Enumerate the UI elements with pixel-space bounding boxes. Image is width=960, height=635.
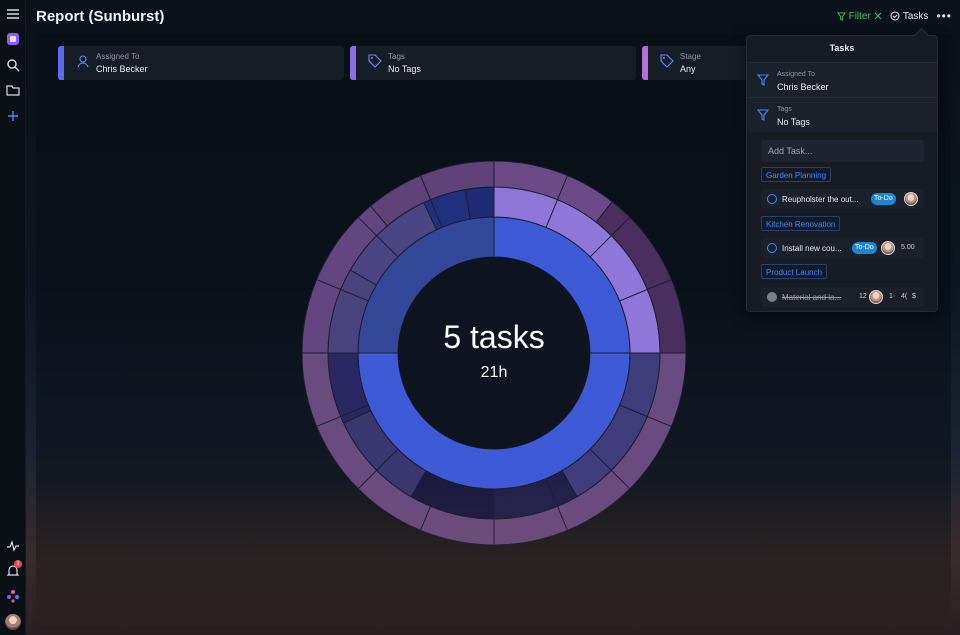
filter-button[interactable]: Filter [836, 10, 882, 22]
notification-badge: 1 [14, 560, 22, 568]
task-name: Reupholster the out... [782, 195, 859, 204]
task-estimate: 5.00 [901, 244, 915, 251]
menu-icon[interactable] [5, 6, 21, 22]
project-tag-kitchen[interactable]: Kitchen Renovation [761, 216, 841, 231]
tag-icon [368, 54, 382, 68]
app-logo-icon[interactable] [5, 31, 21, 47]
status-badge[interactable]: To-Do [852, 242, 877, 254]
project-tag-launch[interactable]: Product Launch [761, 264, 828, 279]
chart-center-sublabel: 21h [480, 364, 508, 381]
funnel-icon [836, 11, 846, 21]
task-name: Install new cou... [782, 244, 842, 253]
close-icon[interactable] [874, 12, 882, 20]
activity-icon[interactable] [5, 538, 21, 554]
dropdown-title: Tasks [829, 43, 855, 53]
apps-icon[interactable] [5, 588, 21, 604]
tag-icon [660, 54, 674, 68]
page-title: Report (Sunburst) [36, 8, 165, 25]
user-avatar[interactable] [5, 614, 21, 630]
dropdown-filter-assigned[interactable]: Assigned To Chris Becker [747, 62, 937, 97]
add-task-input[interactable]: Add Task... [761, 140, 924, 162]
tasks-dropdown: Tasks Assigned To Chris Becker Tags No T… [746, 35, 938, 312]
task-row[interactable]: Material and la... 12 1· 4( $ [761, 287, 924, 307]
task-meta: 1· [889, 293, 896, 300]
dropdown-filter-value: No Tags [777, 117, 810, 127]
sunburst-segment[interactable] [464, 186, 495, 220]
status-badge[interactable]: To-Do [871, 193, 896, 205]
assignee-avatar[interactable] [869, 290, 883, 304]
project-tag-garden[interactable]: Garden Planning [761, 167, 832, 182]
filter-card-value: No Tags [388, 64, 421, 74]
bell-icon[interactable]: 1 [5, 560, 22, 579]
more-options-button[interactable]: ••• [936, 9, 952, 23]
task-checkbox[interactable] [767, 243, 777, 253]
folder-icon[interactable] [5, 82, 21, 98]
filter-card-label: Tags [388, 52, 405, 61]
dropdown-filter-tags[interactable]: Tags No Tags [747, 97, 937, 132]
task-meta: 4( [901, 293, 908, 300]
task-checkbox[interactable] [767, 292, 777, 302]
task-meta-currency: $ [912, 293, 916, 300]
left-rail: 1 [0, 0, 26, 635]
assignee-avatar[interactable] [881, 241, 895, 255]
filter-card-tags[interactable]: Tags No Tags [350, 46, 636, 80]
user-icon [77, 55, 89, 68]
funnel-icon [757, 109, 769, 121]
task-name: Material and la... [782, 293, 842, 302]
chart-center-label: 5 tasks [443, 319, 545, 355]
dropdown-filter-value: Chris Becker [777, 82, 829, 92]
task-meta-count: 12 [859, 293, 867, 300]
assignee-avatar[interactable] [904, 192, 918, 206]
task-row[interactable]: Install new cou... To-Do 5.00 [761, 238, 924, 258]
search-icon[interactable] [5, 57, 21, 73]
filter-label: Filter [848, 10, 871, 22]
filter-card-value: Any [680, 64, 696, 74]
filter-card-assigned[interactable]: Assigned To Chris Becker [58, 46, 344, 80]
header-actions: Filter Tasks ••• [836, 9, 952, 23]
tasks-button[interactable]: Tasks [890, 10, 929, 22]
filter-card-value: Chris Becker [96, 64, 148, 74]
dropdown-filter-label: Tags [777, 106, 792, 113]
filter-card-label: Assigned To [96, 52, 140, 61]
funnel-icon [757, 74, 769, 86]
task-row[interactable]: Reupholster the out... To-Do [761, 189, 924, 209]
dropdown-filter-label: Assigned To [777, 71, 816, 78]
task-checkbox[interactable] [767, 194, 777, 204]
tasks-label: Tasks [902, 10, 929, 22]
sunburst-chart: 5 tasks 21h [301, 160, 687, 546]
filter-card-label: Stage [680, 52, 701, 61]
plus-icon[interactable] [5, 108, 21, 124]
check-circle-icon [890, 11, 900, 21]
